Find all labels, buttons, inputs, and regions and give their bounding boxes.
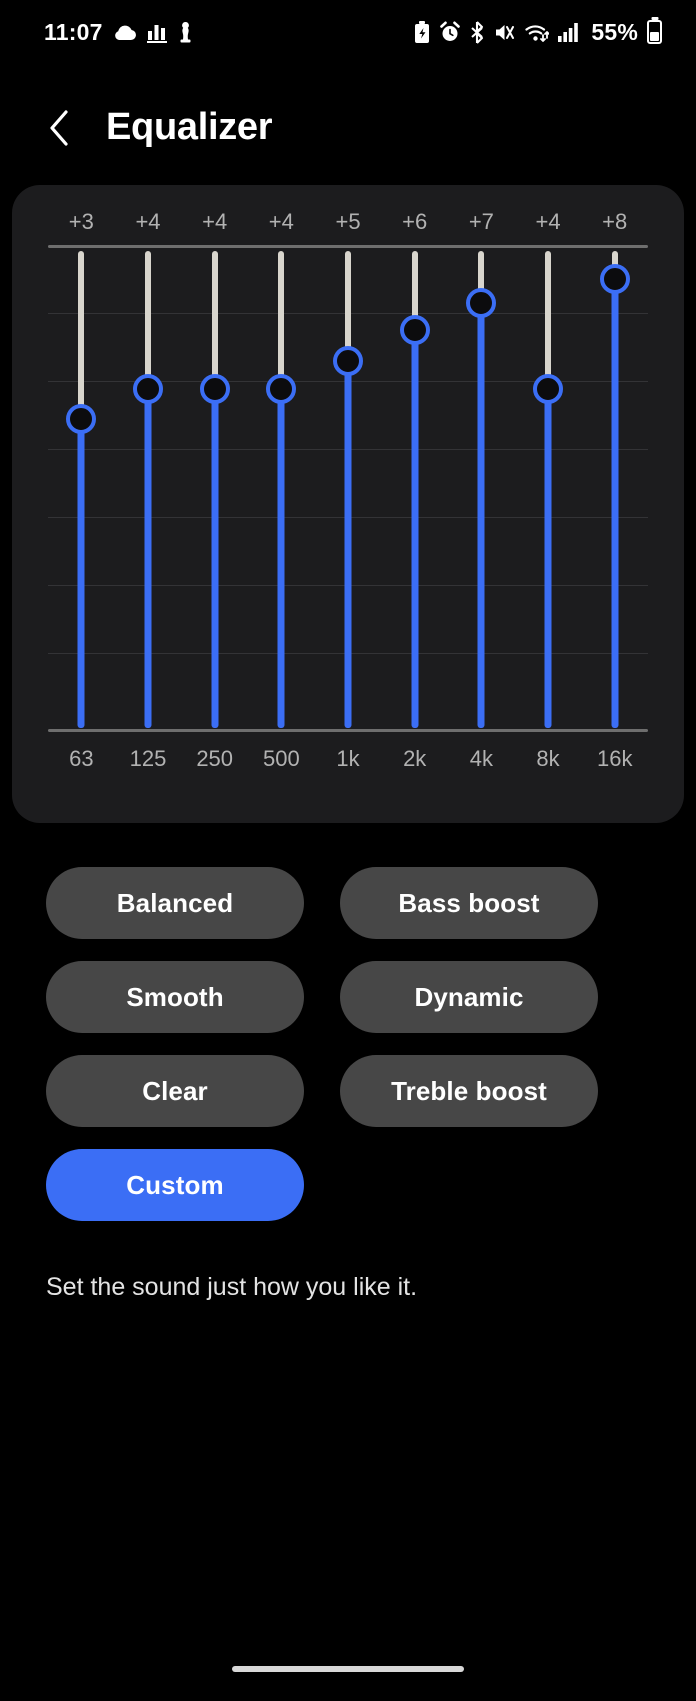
status-bar-left: 11:07 xyxy=(44,19,193,46)
preset-dynamic[interactable]: Dynamic xyxy=(340,961,598,1033)
preset-custom[interactable]: Custom xyxy=(46,1149,304,1221)
eq-freq-8k: 8k xyxy=(515,746,582,772)
slider-fill xyxy=(145,388,152,728)
status-bar-right: 55% xyxy=(414,19,662,46)
slider-fill xyxy=(611,274,618,728)
equalizer-sliders xyxy=(48,245,648,732)
equalizer-value-labels: +3 +4 +4 +4 +5 +6 +7 +4 +8 xyxy=(22,209,674,235)
eq-freq-250: 250 xyxy=(181,746,248,772)
eq-slider-63[interactable] xyxy=(48,245,115,732)
eq-value-125: +4 xyxy=(115,209,182,235)
bar-chart-icon xyxy=(147,22,168,43)
slider-fill xyxy=(345,358,352,728)
slider-fill xyxy=(545,388,552,728)
eq-freq-4k: 4k xyxy=(448,746,515,772)
eq-value-2k: +6 xyxy=(381,209,448,235)
eq-value-16k: +8 xyxy=(581,209,648,235)
preset-list: Balanced Bass boost Smooth Dynamic Clear… xyxy=(46,867,650,1221)
eq-slider-16k[interactable] xyxy=(581,245,648,732)
slider-thumb[interactable] xyxy=(200,374,230,404)
eq-value-4k: +7 xyxy=(448,209,515,235)
bluetooth-icon xyxy=(470,21,485,44)
slider-thumb[interactable] xyxy=(333,346,363,376)
eq-slider-2k[interactable] xyxy=(381,245,448,732)
system-nav-bar xyxy=(0,1637,696,1701)
eq-slider-250[interactable] xyxy=(181,245,248,732)
preset-treble-boost[interactable]: Treble boost xyxy=(340,1055,598,1127)
battery-icon xyxy=(647,20,662,44)
equalizer-graph xyxy=(48,245,648,732)
eq-value-250: +4 xyxy=(181,209,248,235)
slider-fill xyxy=(211,388,218,728)
slider-fill xyxy=(478,298,485,728)
wifi-transfer-icon xyxy=(525,22,549,43)
eq-freq-125: 125 xyxy=(115,746,182,772)
preset-description: Set the sound just how you like it. xyxy=(46,1273,650,1302)
cellular-signal-icon xyxy=(558,22,580,43)
eq-slider-4k[interactable] xyxy=(448,245,515,732)
slider-thumb[interactable] xyxy=(600,264,630,294)
status-bar: 11:07 55% xyxy=(0,0,696,64)
status-time: 11:07 xyxy=(44,19,103,46)
equalizer-card: +3 +4 +4 +4 +5 +6 +7 +4 +8 xyxy=(12,185,684,823)
eq-value-1k: +5 xyxy=(315,209,382,235)
home-gesture-pill[interactable] xyxy=(232,1666,464,1672)
alarm-icon xyxy=(439,21,461,43)
chess-pawn-icon xyxy=(178,21,193,43)
slider-thumb[interactable] xyxy=(533,374,563,404)
eq-freq-500: 500 xyxy=(248,746,315,772)
slider-fill xyxy=(411,326,418,728)
slider-fill xyxy=(278,388,285,728)
eq-value-500: +4 xyxy=(248,209,315,235)
eq-slider-1k[interactable] xyxy=(315,245,382,732)
page-title: Equalizer xyxy=(106,106,272,149)
preset-balanced[interactable]: Balanced xyxy=(46,867,304,939)
eq-freq-2k: 2k xyxy=(381,746,448,772)
app-bar: Equalizer xyxy=(0,64,696,175)
mute-vibrate-icon xyxy=(494,22,516,43)
eq-freq-63: 63 xyxy=(48,746,115,772)
slider-thumb[interactable] xyxy=(466,288,496,318)
back-button[interactable] xyxy=(44,107,74,149)
slider-thumb[interactable] xyxy=(400,315,430,345)
eq-slider-125[interactable] xyxy=(115,245,182,732)
eq-value-63: +3 xyxy=(48,209,115,235)
preset-clear[interactable]: Clear xyxy=(46,1055,304,1127)
battery-percent: 55% xyxy=(591,19,638,46)
battery-saver-icon xyxy=(414,21,430,44)
slider-fill xyxy=(78,418,85,728)
eq-freq-1k: 1k xyxy=(315,746,382,772)
slider-thumb[interactable] xyxy=(266,374,296,404)
preset-bass-boost[interactable]: Bass boost xyxy=(340,867,598,939)
cloud-icon xyxy=(113,24,137,41)
eq-value-8k: +4 xyxy=(515,209,582,235)
eq-slider-8k[interactable] xyxy=(515,245,582,732)
slider-thumb[interactable] xyxy=(66,404,96,434)
equalizer-frequency-labels: 63 125 250 500 1k 2k 4k 8k 16k xyxy=(22,746,674,772)
preset-smooth[interactable]: Smooth xyxy=(46,961,304,1033)
eq-freq-16k: 16k xyxy=(581,746,648,772)
eq-slider-500[interactable] xyxy=(248,245,315,732)
slider-thumb[interactable] xyxy=(133,374,163,404)
